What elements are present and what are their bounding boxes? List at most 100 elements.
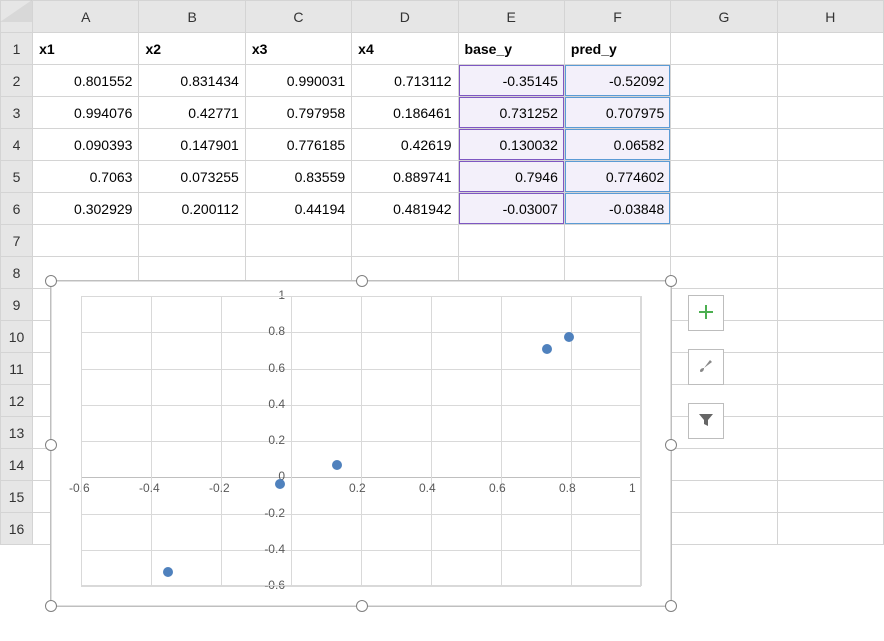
cell-H8[interactable] <box>777 257 883 289</box>
cell-G5[interactable] <box>671 161 777 193</box>
cell-F1[interactable]: pred_y <box>564 33 670 65</box>
row-header-11[interactable]: 11 <box>1 353 33 385</box>
cell-F6[interactable]: -0.03848 <box>564 193 670 225</box>
cell-G15[interactable] <box>671 481 777 513</box>
cell-A5[interactable]: 0.7063 <box>33 161 139 193</box>
chart-point[interactable] <box>163 567 173 577</box>
cell-G6[interactable] <box>671 193 777 225</box>
col-header-G[interactable]: G <box>671 1 777 33</box>
cell-C3[interactable]: 0.797958 <box>245 97 351 129</box>
row-header-4[interactable]: 4 <box>1 129 33 161</box>
cell-E7[interactable] <box>458 225 564 257</box>
chart-point[interactable] <box>542 344 552 354</box>
row-header-9[interactable]: 9 <box>1 289 33 321</box>
col-header-D[interactable]: D <box>352 1 458 33</box>
cell-H6[interactable] <box>777 193 883 225</box>
cell-H3[interactable] <box>777 97 883 129</box>
cell-F7[interactable] <box>564 225 670 257</box>
resize-handle[interactable] <box>45 275 57 287</box>
cell-B1[interactable]: x2 <box>139 33 245 65</box>
chart-point[interactable] <box>275 479 285 489</box>
row-header-1[interactable]: 1 <box>1 33 33 65</box>
cell-A7[interactable] <box>33 225 139 257</box>
col-header-E[interactable]: E <box>458 1 564 33</box>
cell-H10[interactable] <box>777 321 883 353</box>
cell-C1[interactable]: x3 <box>245 33 351 65</box>
cell-B2[interactable]: 0.831434 <box>139 65 245 97</box>
cell-G8[interactable] <box>671 257 777 289</box>
col-header-H[interactable]: H <box>777 1 883 33</box>
cell-B6[interactable]: 0.200112 <box>139 193 245 225</box>
cell-H13[interactable] <box>777 417 883 449</box>
cell-G14[interactable] <box>671 449 777 481</box>
cell-D6[interactable]: 0.481942 <box>352 193 458 225</box>
cell-D7[interactable] <box>352 225 458 257</box>
resize-handle[interactable] <box>356 275 368 287</box>
cell-G3[interactable] <box>671 97 777 129</box>
resize-handle[interactable] <box>45 439 57 451</box>
cell-H4[interactable] <box>777 129 883 161</box>
cell-H15[interactable] <box>777 481 883 513</box>
cell-C7[interactable] <box>245 225 351 257</box>
cell-A4[interactable]: 0.090393 <box>33 129 139 161</box>
cell-H1[interactable] <box>777 33 883 65</box>
row-header-8[interactable]: 8 <box>1 257 33 289</box>
chart-filters-button[interactable] <box>688 403 724 439</box>
cell-D2[interactable]: 0.713112 <box>352 65 458 97</box>
col-header-F[interactable]: F <box>564 1 670 33</box>
row-header-10[interactable]: 10 <box>1 321 33 353</box>
row-header-15[interactable]: 15 <box>1 481 33 513</box>
row-header-5[interactable]: 5 <box>1 161 33 193</box>
row-header-13[interactable]: 13 <box>1 417 33 449</box>
cell-C4[interactable]: 0.776185 <box>245 129 351 161</box>
cell-A3[interactable]: 0.994076 <box>33 97 139 129</box>
row-header-7[interactable]: 7 <box>1 225 33 257</box>
col-header-C[interactable]: C <box>245 1 351 33</box>
row-header-14[interactable]: 14 <box>1 449 33 481</box>
chart-elements-button[interactable] <box>688 295 724 331</box>
cell-H2[interactable] <box>777 65 883 97</box>
cell-E6[interactable]: -0.03007 <box>458 193 564 225</box>
cell-D4[interactable]: 0.42619 <box>352 129 458 161</box>
chart-styles-button[interactable] <box>688 349 724 385</box>
resize-handle[interactable] <box>45 600 57 612</box>
cell-F4[interactable]: 0.06582 <box>564 129 670 161</box>
cell-B3[interactable]: 0.42771 <box>139 97 245 129</box>
cell-G4[interactable] <box>671 129 777 161</box>
cell-C6[interactable]: 0.44194 <box>245 193 351 225</box>
row-header-12[interactable]: 12 <box>1 385 33 417</box>
resize-handle[interactable] <box>665 439 677 451</box>
cell-B7[interactable] <box>139 225 245 257</box>
cell-H9[interactable] <box>777 289 883 321</box>
cell-A1[interactable]: x1 <box>33 33 139 65</box>
row-header-16[interactable]: 16 <box>1 513 33 545</box>
cell-E1[interactable]: base_y <box>458 33 564 65</box>
cell-A6[interactable]: 0.302929 <box>33 193 139 225</box>
cell-A2[interactable]: 0.801552 <box>33 65 139 97</box>
cell-D5[interactable]: 0.889741 <box>352 161 458 193</box>
cell-E5[interactable]: 0.7946 <box>458 161 564 193</box>
row-header-2[interactable]: 2 <box>1 65 33 97</box>
cell-G1[interactable] <box>671 33 777 65</box>
cell-G7[interactable] <box>671 225 777 257</box>
cell-G2[interactable] <box>671 65 777 97</box>
cell-G16[interactable] <box>671 513 777 545</box>
cell-D1[interactable]: x4 <box>352 33 458 65</box>
col-header-A[interactable]: A <box>33 1 139 33</box>
cell-F2[interactable]: -0.52092 <box>564 65 670 97</box>
cell-E2[interactable]: -0.35145 <box>458 65 564 97</box>
resize-handle[interactable] <box>356 600 368 612</box>
cell-B5[interactable]: 0.073255 <box>139 161 245 193</box>
cell-H5[interactable] <box>777 161 883 193</box>
chart-point[interactable] <box>564 332 574 342</box>
cell-H7[interactable] <box>777 225 883 257</box>
cell-H12[interactable] <box>777 385 883 417</box>
row-header-6[interactable]: 6 <box>1 193 33 225</box>
resize-handle[interactable] <box>665 275 677 287</box>
chart-plot-area[interactable]: -0.6-0.4-0.200.20.40.60.81-0.6-0.4-0.20.… <box>81 296 641 586</box>
cell-E3[interactable]: 0.731252 <box>458 97 564 129</box>
embedded-chart[interactable]: -0.6-0.4-0.200.20.40.60.81-0.6-0.4-0.20.… <box>50 280 672 607</box>
resize-handle[interactable] <box>665 600 677 612</box>
cell-F3[interactable]: 0.707975 <box>564 97 670 129</box>
row-header-3[interactable]: 3 <box>1 97 33 129</box>
